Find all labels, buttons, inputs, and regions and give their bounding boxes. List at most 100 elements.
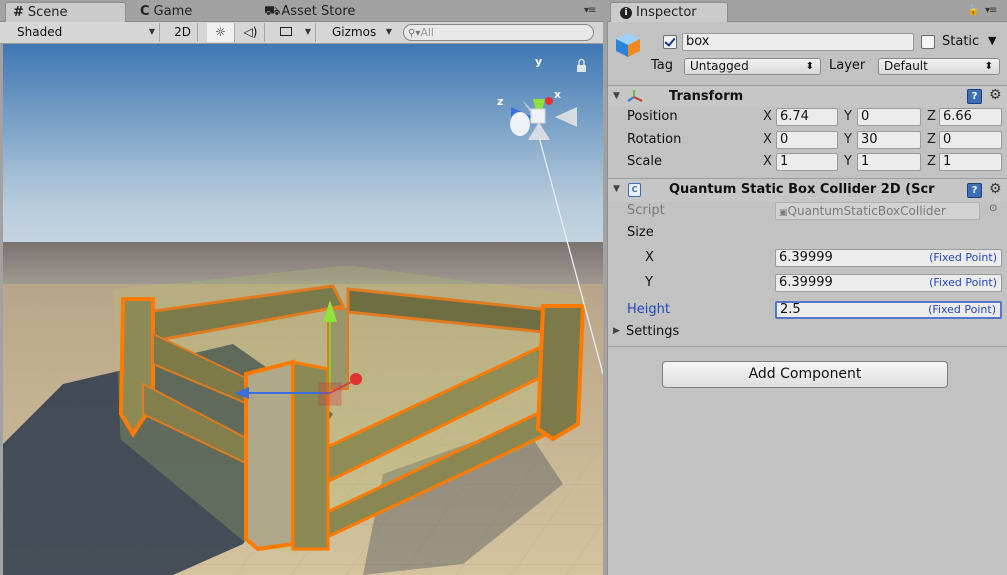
search-placeholder: All: [420, 26, 434, 39]
transform-title: Transform: [669, 89, 744, 104]
axis-y-label: Y: [844, 109, 852, 124]
collider-header[interactable]: ▼ C Quantum Static Box Collider 2D (Scr …: [608, 178, 1007, 202]
gizmos-dropdown[interactable]: Gizmos ▼: [326, 23, 396, 42]
layer-label: Layer: [829, 58, 866, 73]
effects-dropdown[interactable]: ▼: [274, 23, 316, 42]
gizmos-label: Gizmos: [332, 25, 377, 39]
transform-header[interactable]: ▼ Transform ? ⚙: [608, 85, 1007, 107]
height-label: Height: [627, 302, 670, 317]
height-value: 2.5: [780, 302, 801, 317]
layer-dropdown[interactable]: Default ⬍: [878, 58, 1000, 75]
inspector-panel: box Static ▼ Tag Untagged ⬍ Layer Default…: [607, 22, 1007, 575]
foldout-icon: ▼: [613, 184, 620, 194]
fixed-point-tag: (Fixed Point): [928, 303, 996, 316]
scene-render: y x z: [3, 44, 603, 575]
size-x-label: X: [645, 250, 654, 265]
static-dropdown-icon[interactable]: ▼: [988, 34, 996, 47]
scene-toolbar: Shaded ▼ 2D ☼ ◁) ▼ Gizmos ▼ ⚲▾All: [0, 22, 603, 44]
scene-viewport[interactable]: y x z: [3, 44, 603, 575]
sun-icon: ☼: [215, 25, 226, 39]
settings-foldout[interactable]: ▶ Settings: [613, 324, 793, 342]
transform-icon: [626, 89, 644, 106]
script-file-icon: C: [628, 183, 641, 197]
axis-z-label: Z: [927, 109, 936, 124]
rotation-z-field[interactable]: 0: [939, 131, 1002, 149]
search-icon: ⚲▾: [408, 28, 421, 39]
height-field[interactable]: 2.5 (Fixed Point): [775, 301, 1002, 319]
audio-toggle[interactable]: ◁): [237, 23, 265, 42]
position-x-field[interactable]: 6.74: [776, 108, 838, 126]
scale-z-field[interactable]: 1: [939, 153, 1002, 171]
gameobject-active-checkbox[interactable]: [663, 35, 677, 49]
help-icon[interactable]: ?: [967, 183, 982, 198]
draw-mode-label: Shaded: [17, 25, 63, 39]
image-icon: [280, 27, 292, 36]
tab-game[interactable]: C Game: [140, 2, 240, 22]
axis-y-label: Y: [844, 132, 852, 147]
tab-game-label: Game: [153, 4, 193, 19]
scale-label: Scale: [627, 154, 662, 169]
layer-value: Default: [884, 59, 928, 73]
axis-z-label: Z: [927, 132, 936, 147]
inspector-tabbar: i Inspector 🔒 ▾≡: [607, 0, 1007, 22]
size-y-field[interactable]: 6.39999 (Fixed Point): [775, 274, 1002, 292]
chevron-down-icon: ▼: [148, 27, 155, 36]
rotation-y-field[interactable]: 30: [857, 131, 921, 149]
gizmo-axis-x: x: [554, 88, 561, 101]
scale-y-field[interactable]: 1: [857, 153, 921, 171]
script-label: Script: [627, 203, 665, 218]
gear-icon[interactable]: ⚙: [989, 181, 1002, 197]
size-y-label: Y: [645, 275, 653, 290]
static-checkbox[interactable]: [921, 35, 935, 49]
info-icon: i: [620, 7, 632, 19]
help-icon[interactable]: ?: [967, 89, 982, 104]
script-value: QuantumStaticBoxCollider: [787, 204, 946, 218]
size-label: Size: [627, 225, 654, 240]
gameobject-name-field[interactable]: box: [682, 33, 914, 51]
foldout-icon: ▼: [613, 91, 620, 101]
axis-x-label: X: [763, 132, 772, 147]
foldout-closed-icon: ▶: [613, 326, 620, 336]
fixed-point-tag: (Fixed Point): [929, 276, 997, 289]
script-object-field: ▣QuantumStaticBoxCollider: [775, 202, 980, 220]
axis-z-label: Z: [927, 154, 936, 169]
settings-label: Settings: [626, 324, 680, 339]
position-z-field[interactable]: 6.66: [939, 108, 1002, 126]
component-divider: [608, 346, 1007, 347]
axis-x-label: X: [763, 109, 772, 124]
scene-tab-icon: #: [13, 5, 24, 20]
tab-scene-label: Scene: [27, 5, 68, 20]
game-tab-icon: C: [140, 4, 150, 19]
tag-value: Untagged: [690, 59, 749, 73]
gear-icon[interactable]: ⚙: [989, 87, 1002, 103]
tab-asset-store[interactable]: ⛟Asset Store: [264, 2, 384, 22]
object-picker-icon[interactable]: ⊙: [989, 203, 997, 214]
inspector-lock-icon[interactable]: 🔒: [967, 5, 979, 16]
lighting-toggle[interactable]: ☼: [207, 23, 235, 42]
scene-search-input[interactable]: ⚲▾All: [403, 24, 594, 41]
position-y-field[interactable]: 0: [857, 108, 921, 126]
updown-icon: ⬍: [984, 61, 993, 72]
draw-mode-dropdown[interactable]: Shaded ▼: [12, 23, 160, 42]
size-x-field[interactable]: 6.39999 (Fixed Point): [775, 249, 1002, 267]
tab-asset-store-label: Asset Store: [281, 4, 356, 19]
tag-dropdown[interactable]: Untagged ⬍: [684, 58, 821, 75]
fixed-point-tag: (Fixed Point): [929, 251, 997, 264]
axis-x-label: X: [763, 154, 772, 169]
tab-inspector-label: Inspector: [636, 5, 697, 20]
panel-menu-icon[interactable]: ▾≡: [584, 5, 596, 16]
tab-inspector[interactable]: i Inspector: [610, 2, 728, 22]
inspector-menu-icon[interactable]: ▾≡: [985, 5, 997, 16]
size-x-value: 6.39999: [779, 250, 833, 265]
toggle-2d-button[interactable]: 2D: [168, 23, 198, 42]
script-icon: ▣: [779, 208, 788, 218]
tab-scene[interactable]: # Scene: [5, 2, 126, 22]
static-label[interactable]: Static: [942, 34, 979, 49]
add-component-button[interactable]: Add Component: [662, 361, 948, 388]
scale-x-field[interactable]: 1: [776, 153, 838, 171]
size-y-value: 6.39999: [779, 275, 833, 290]
chevron-down-icon: ▼: [304, 27, 311, 36]
rotation-label: Rotation: [627, 132, 682, 147]
rotation-x-field[interactable]: 0: [776, 131, 838, 149]
scene-tabbar: # Scene C Game ⛟Asset Store ▾≡: [0, 0, 603, 22]
